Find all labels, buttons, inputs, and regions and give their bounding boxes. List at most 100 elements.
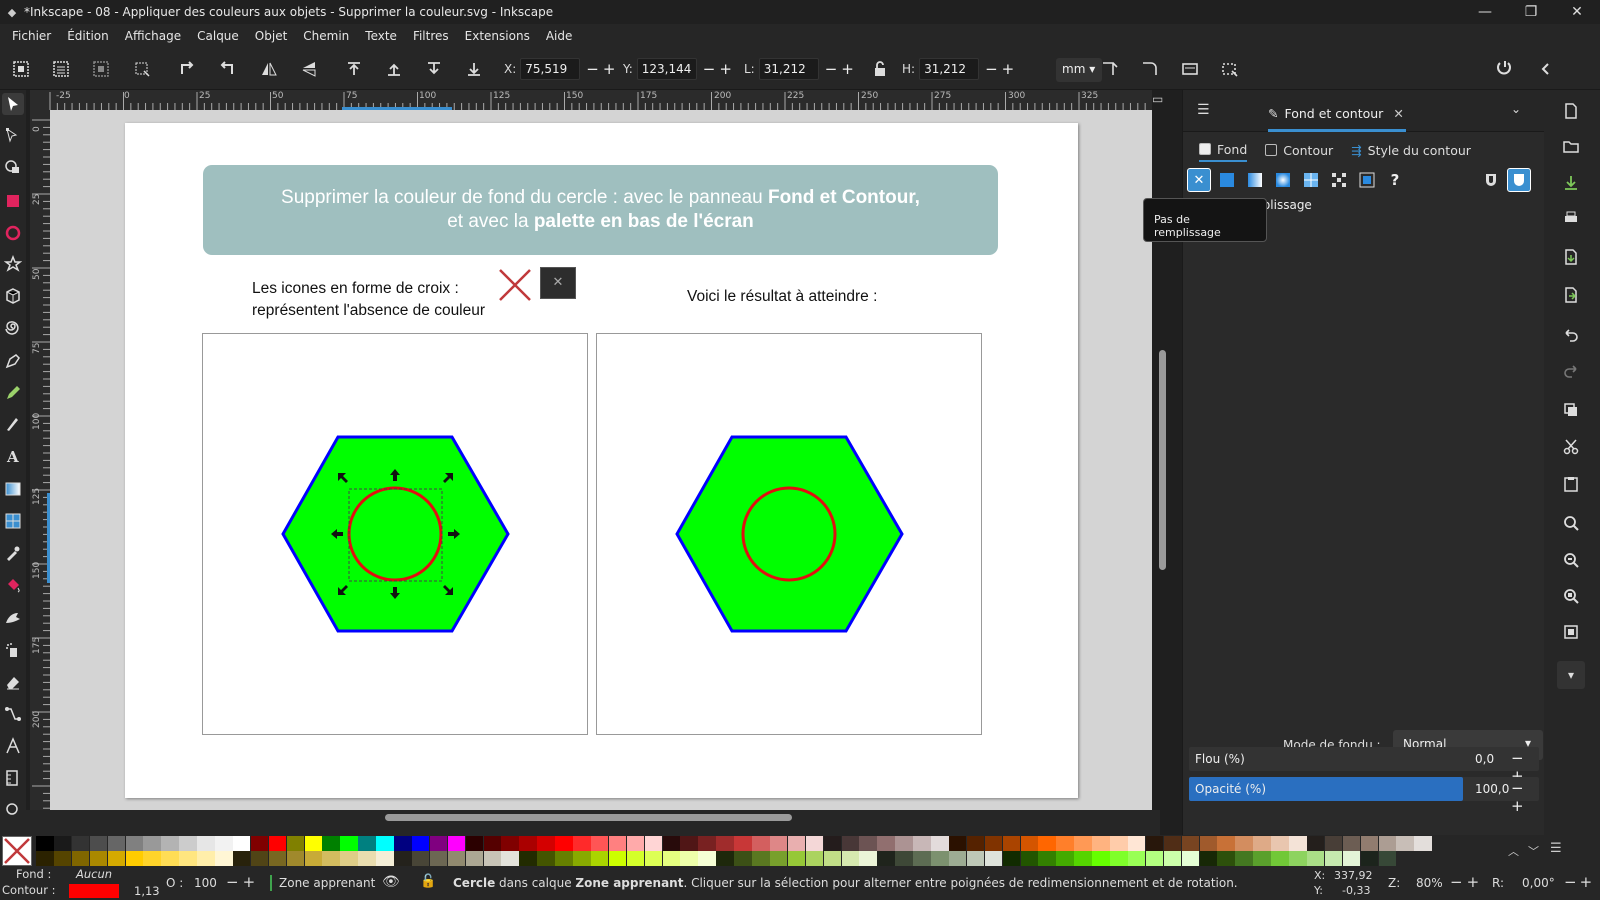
palette-swatch[interactable]: [555, 851, 573, 866]
palette-swatch[interactable]: [304, 836, 322, 851]
palette-swatch[interactable]: [501, 836, 519, 851]
palette-swatch[interactable]: [805, 836, 824, 851]
palette-swatch[interactable]: [483, 836, 501, 851]
palette-swatch[interactable]: [358, 836, 376, 851]
palette-swatch[interactable]: [447, 836, 466, 851]
dock-menu-icon[interactable]: ☰: [1197, 102, 1210, 118]
palette-swatch[interactable]: [716, 836, 734, 851]
y-stepper[interactable]: −+: [703, 60, 736, 78]
zoom-width-icon[interactable]: [1560, 621, 1582, 643]
palette-swatch[interactable]: [1235, 851, 1253, 866]
import-icon[interactable]: [1560, 246, 1582, 268]
rotation-input[interactable]: 0,00°: [1522, 876, 1555, 890]
palette-swatch[interactable]: [107, 851, 126, 866]
palette-swatch[interactable]: [626, 836, 645, 851]
palette-swatch[interactable]: [376, 836, 394, 851]
vertical-ruler[interactable]: 0 25 50 75 100 125 150 175 200: [30, 110, 50, 810]
palette-swatch[interactable]: [1360, 851, 1379, 866]
star-tool-icon[interactable]: [2, 253, 24, 275]
palette-swatch[interactable]: [394, 836, 412, 851]
shape-builder-tool-icon[interactable]: [2, 156, 24, 178]
text-tool-icon[interactable]: A: [2, 445, 24, 467]
palette-swatch[interactable]: [1020, 836, 1038, 851]
radial-gradient-button[interactable]: [1271, 168, 1295, 192]
width-stepper[interactable]: −+: [825, 60, 858, 78]
subtab-stroke[interactable]: Contour: [1265, 138, 1333, 162]
rotation-stepper[interactable]: −+: [1564, 873, 1595, 891]
palette-swatch[interactable]: [197, 836, 215, 851]
palette-swatch[interactable]: [769, 836, 788, 851]
palette-swatch[interactable]: [966, 836, 985, 851]
ellipse-tool-icon[interactable]: [2, 222, 24, 244]
palette-swatch[interactable]: [1163, 836, 1182, 851]
lock-ratio-icon[interactable]: [870, 59, 890, 79]
palette-swatch[interactable]: [179, 836, 197, 851]
palette-swatch[interactable]: [89, 836, 108, 851]
palette-swatch[interactable]: [537, 836, 555, 851]
palette-swatch[interactable]: [429, 851, 448, 866]
palette-swatch[interactable]: [573, 836, 591, 851]
palette-swatch[interactable]: [143, 836, 161, 851]
palette-swatch[interactable]: [1360, 836, 1379, 851]
menu-calque[interactable]: Calque: [189, 29, 247, 43]
opacity-stepper[interactable]: −+: [226, 873, 259, 891]
close-window-button[interactable]: ✕: [1554, 0, 1600, 24]
subtab-fill[interactable]: Fond: [1199, 138, 1248, 162]
scale-stroke-icon[interactable]: [1100, 59, 1120, 79]
transform-pattern-icon[interactable]: [1220, 59, 1240, 79]
palette-swatch[interactable]: [931, 851, 949, 866]
palette-swatch[interactable]: [411, 836, 430, 851]
menu-texte[interactable]: Texte: [357, 29, 405, 43]
open-file-icon[interactable]: [1560, 135, 1582, 157]
palette-swatch[interactable]: [215, 836, 233, 851]
palette-swatch[interactable]: [36, 836, 54, 851]
stroke-indicator-swatch[interactable]: [69, 884, 119, 898]
palette-swatch[interactable]: [698, 851, 716, 866]
tweak-tool-icon[interactable]: [2, 607, 24, 629]
palette-swatch[interactable]: [823, 836, 842, 851]
minimize-button[interactable]: —: [1462, 0, 1508, 24]
palette-swatch[interactable]: [752, 836, 770, 851]
palette-swatch[interactable]: [1092, 836, 1110, 851]
palette-swatch[interactable]: [787, 851, 806, 866]
raise-icon[interactable]: [384, 59, 404, 79]
palette-swatch[interactable]: [519, 836, 537, 851]
spray-tool-icon[interactable]: [2, 639, 24, 661]
palette-swatch[interactable]: [36, 851, 54, 866]
menu-affichage[interactable]: Affichage: [117, 29, 189, 43]
pen-tool-icon[interactable]: [2, 350, 24, 372]
linear-gradient-button[interactable]: [1243, 168, 1267, 192]
palette-swatch[interactable]: [1342, 836, 1361, 851]
spiral-tool-icon[interactable]: [2, 317, 24, 339]
palette-swatch[interactable]: [1127, 851, 1146, 866]
palette-swatch[interactable]: [161, 836, 179, 851]
zoom-selection-icon[interactable]: [1560, 512, 1582, 534]
palette-swatch[interactable]: [1253, 836, 1271, 851]
flip-vertical-icon[interactable]: [299, 59, 319, 79]
palette-swatch[interactable]: [232, 836, 251, 851]
export-icon[interactable]: [1560, 284, 1582, 306]
maximize-button[interactable]: ❐: [1508, 0, 1554, 24]
opacity-slider[interactable]: Opacité (%) 100,0 −+: [1189, 777, 1539, 815]
tab-fill-and-stroke[interactable]: ✎ Fond et contour ✕: [1268, 98, 1406, 132]
palette-swatch[interactable]: [501, 851, 519, 866]
zoom-input[interactable]: 80%: [1416, 876, 1443, 890]
display-mode-icon[interactable]: ▭: [1152, 92, 1172, 110]
palette-swatch[interactable]: [1235, 836, 1253, 851]
palette-swatch[interactable]: [1378, 851, 1396, 866]
redo-icon[interactable]: [1560, 359, 1582, 381]
undo-icon[interactable]: [1560, 323, 1582, 345]
mesh-gradient-button[interactable]: [1299, 168, 1323, 192]
palette-swatch[interactable]: [644, 851, 663, 866]
horizontal-scrollbar[interactable]: [385, 814, 792, 821]
palette-swatch[interactable]: [1217, 836, 1235, 851]
save-icon[interactable]: [1560, 172, 1582, 194]
lpe-tool-icon[interactable]: [2, 735, 24, 757]
hexagon-shape[interactable]: [281, 435, 510, 633]
palette-none-swatch[interactable]: [2, 836, 32, 866]
palette-swatch[interactable]: [662, 836, 680, 851]
palette-swatch[interactable]: [394, 851, 412, 866]
stroke-width-value[interactable]: 1,13: [134, 884, 160, 898]
opacity-value[interactable]: 100,0: [1475, 777, 1511, 801]
palette-swatch[interactable]: [680, 851, 698, 866]
